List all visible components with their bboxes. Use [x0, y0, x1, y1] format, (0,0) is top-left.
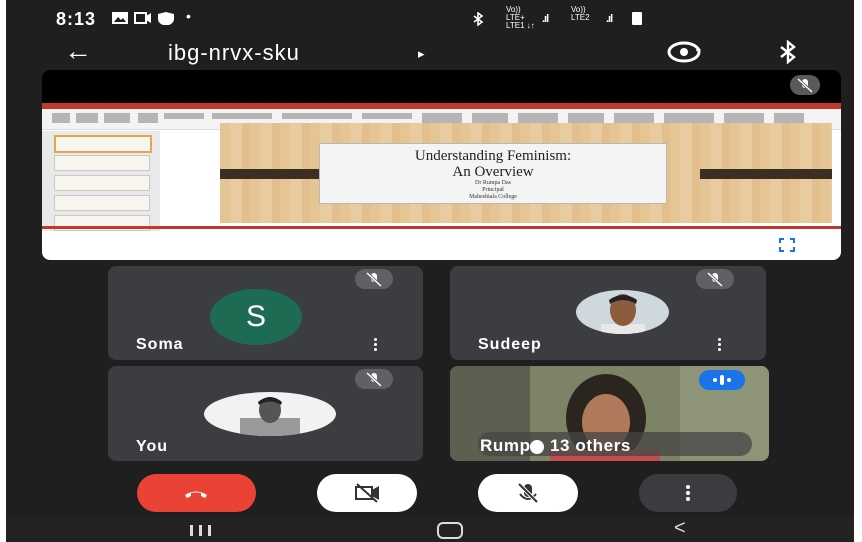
participant-tile-soma[interactable]: S Soma — [108, 266, 423, 360]
meeting-info-caret-icon[interactable]: ▸ — [418, 46, 425, 62]
slide-role: Principal — [482, 187, 504, 193]
slide-decor-bar-left — [220, 169, 320, 179]
audio-level-icon — [713, 375, 731, 385]
video-notification-icon — [134, 12, 151, 24]
participant-tile-rumpa[interactable]: Rump 13 others — [450, 366, 769, 461]
presentation-tile[interactable]: Understanding Feminism: An Overview Dr R… — [42, 70, 841, 260]
slide-title-line2: An Overview — [452, 164, 534, 180]
participant-tile-you[interactable]: You — [108, 366, 423, 461]
gallery-icon — [112, 12, 128, 24]
switch-camera-icon[interactable] — [666, 40, 702, 64]
slide-thumbnail — [54, 135, 152, 153]
participant-tile-sudeep[interactable]: Sudeep — [450, 266, 766, 360]
slide-title-line1: Understanding Feminism: — [414, 148, 572, 164]
camera-toggle-button[interactable] — [317, 474, 417, 512]
end-call-button[interactable] — [137, 474, 256, 512]
participant-name: You — [136, 438, 169, 455]
slide-thumbnail — [54, 195, 150, 211]
phone-screen: 8:13 • Vo)) LTE+ LTE1 ↓↑ .ıl Vo)) LTE2 .… — [6, 0, 854, 542]
signal-2: .ıl — [606, 13, 613, 25]
mic-off-icon — [517, 482, 539, 504]
hang-up-icon — [185, 491, 207, 498]
others-count: 13 others — [550, 436, 631, 455]
presentation-mute-badge — [790, 75, 820, 95]
avatar — [576, 290, 669, 334]
shield-icon — [158, 12, 174, 25]
mic-off-icon — [706, 271, 724, 288]
recent-apps-icon[interactable] — [188, 525, 213, 536]
participant-name: Sudeep — [478, 336, 542, 353]
others-dot-icon — [530, 440, 544, 454]
slide-college: Maheshtala College — [469, 194, 517, 200]
back-icon[interactable]: < — [674, 517, 686, 540]
meeting-top-bar: ← ibg-nrvx-sku ▸ — [6, 36, 854, 68]
avatar — [204, 392, 336, 436]
back-arrow-icon[interactable]: ← — [64, 37, 92, 65]
network-label-1: Vo)) LTE+ LTE1 ↓↑ — [506, 5, 535, 30]
camera-off-icon — [355, 483, 379, 503]
avatar: S — [210, 289, 302, 345]
signal-1: .ıl — [542, 13, 549, 25]
fullscreen-button[interactable] — [759, 232, 815, 258]
participant-name: Soma — [136, 336, 184, 353]
bluetooth-audio-icon[interactable] — [779, 40, 797, 64]
presenting-label: Rumpa is presenting — [72, 233, 252, 252]
network-label-2: Vo)) LTE2 — [571, 5, 590, 22]
dot-icon: • — [186, 8, 191, 24]
slide-title-card: Understanding Feminism: An Overview Dr R… — [319, 143, 667, 204]
mute-badge — [355, 369, 393, 389]
battery-icon — [632, 12, 642, 25]
slide-status-bar — [42, 226, 841, 229]
mic-off-icon — [796, 77, 814, 94]
slide-decor-bar-right — [700, 169, 832, 179]
participant-photo — [204, 392, 336, 436]
participant-name: Rump — [480, 436, 531, 455]
mute-badge — [696, 269, 734, 289]
meeting-code[interactable]: ibg-nrvx-sku — [168, 40, 300, 66]
more-vert-icon — [686, 485, 690, 501]
speaking-indicator — [699, 370, 745, 390]
mic-toggle-button[interactable] — [478, 474, 578, 512]
bluetooth-status-icon — [473, 12, 484, 26]
home-icon[interactable] — [437, 522, 463, 539]
more-options-icon[interactable] — [374, 338, 378, 352]
status-time: 8:13 — [56, 9, 97, 29]
slide-thumbnails — [42, 131, 160, 231]
participant-photo — [576, 290, 669, 334]
slide-thumbnail — [54, 155, 150, 171]
more-options-icon[interactable] — [718, 338, 722, 352]
more-actions-button[interactable] — [639, 474, 737, 512]
slide-author: Dr Rumpa Das — [475, 180, 511, 186]
mic-off-icon — [365, 271, 383, 288]
fullscreen-icon — [779, 238, 795, 252]
slide-thumbnail — [54, 175, 150, 191]
status-bar: 8:13 • Vo)) LTE+ LTE1 ↓↑ .ıl Vo)) LTE2 .… — [6, 0, 854, 36]
mic-off-icon — [365, 371, 383, 388]
system-nav-bar: < — [6, 515, 854, 542]
mute-badge — [355, 269, 393, 289]
